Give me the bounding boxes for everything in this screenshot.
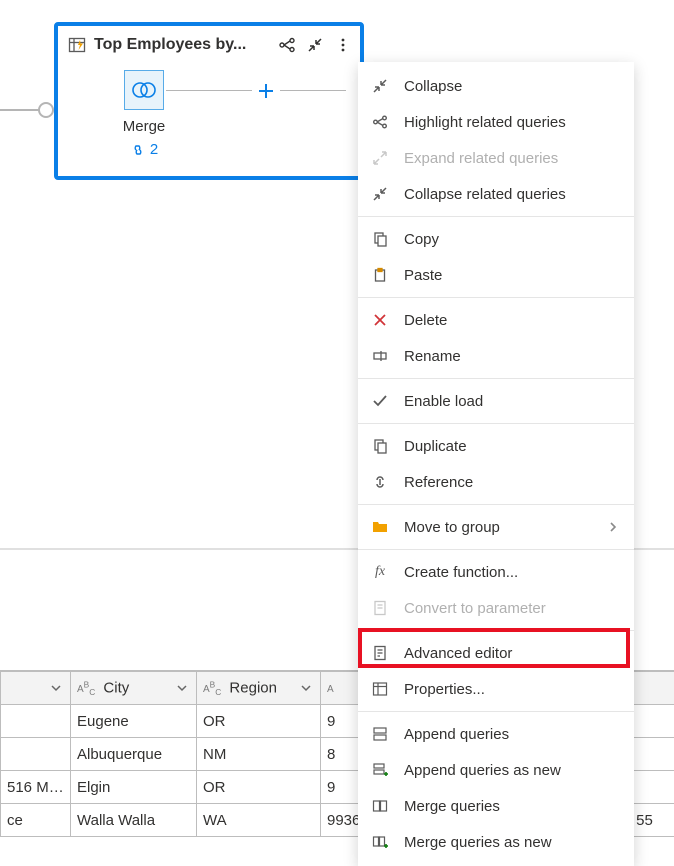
cell[interactable]: NM <box>197 738 321 771</box>
menu-enable-load[interactable]: Enable load <box>358 383 634 419</box>
cell[interactable]: OR <box>197 771 321 804</box>
fx-icon: fx <box>370 562 390 582</box>
menu-delete[interactable]: Delete <box>358 302 634 338</box>
menu-separator <box>358 378 634 379</box>
collapse-node-icon[interactable] <box>304 34 326 56</box>
type-text-icon: ABC <box>77 684 95 695</box>
append-icon <box>370 724 390 744</box>
col-header-address[interactable] <box>1 672 71 705</box>
table-lightning-icon <box>66 34 88 56</box>
merge-step[interactable]: Merge 2 <box>104 70 184 159</box>
duplicate-icon <box>370 436 390 456</box>
cell[interactable]: Albuquerque <box>71 738 197 771</box>
copy-icon <box>370 229 390 249</box>
type-text-icon: A <box>327 684 334 695</box>
menu-advanced-editor[interactable]: Advanced editor <box>358 635 634 671</box>
menu-create-function[interactable]: fx Create function... <box>358 554 634 590</box>
filter-dropdown-icon[interactable] <box>172 678 192 698</box>
paste-icon <box>370 265 390 285</box>
checkmark-icon <box>370 391 390 411</box>
related-queries-icon[interactable] <box>276 34 298 56</box>
node-body: Merge 2 <box>58 64 360 180</box>
collapse-icon <box>370 76 390 96</box>
menu-highlight-related[interactable]: Highlight related queries <box>358 104 634 140</box>
menu-properties[interactable]: Properties... <box>358 671 634 707</box>
append-new-icon <box>370 760 390 780</box>
menu-separator <box>358 549 634 550</box>
menu-copy[interactable]: Copy <box>358 221 634 257</box>
menu-append-queries-new[interactable]: Append queries as new <box>358 752 634 788</box>
input-port[interactable] <box>38 102 54 118</box>
link-count: 2 <box>150 141 158 158</box>
cell[interactable] <box>1 738 71 771</box>
highlight-related-icon <box>370 112 390 132</box>
menu-separator <box>358 297 634 298</box>
node-header: Top Employees by... <box>58 26 360 64</box>
properties-icon <box>370 679 390 699</box>
cell[interactable]: 516 M… <box>1 771 71 804</box>
col-header-city[interactable]: ABC City <box>71 672 197 705</box>
query-node-top-employees[interactable]: Top Employees by... Merge 2 <box>54 22 364 180</box>
menu-separator <box>358 216 634 217</box>
menu-expand-related: Expand related queries <box>358 140 634 176</box>
menu-merge-queries-new[interactable]: Merge queries as new <box>358 824 634 860</box>
link-icon <box>130 144 146 156</box>
reference-icon <box>370 472 390 492</box>
menu-duplicate[interactable]: Duplicate <box>358 428 634 464</box>
chevron-right-icon <box>608 521 618 533</box>
advanced-editor-icon <box>370 643 390 663</box>
cell[interactable]: ce <box>1 804 71 837</box>
parameter-icon <box>370 598 390 618</box>
merge-step-label: Merge <box>104 118 184 135</box>
menu-separator <box>358 504 634 505</box>
menu-collapse[interactable]: Collapse <box>358 68 634 104</box>
folder-icon <box>370 517 390 537</box>
merge-venn-icon <box>124 70 164 110</box>
more-options-icon[interactable] <box>332 34 354 56</box>
cell[interactable]: OR <box>197 705 321 738</box>
merge-queries-icon <box>370 796 390 816</box>
menu-paste[interactable]: Paste <box>358 257 634 293</box>
menu-convert-to-parameter: Convert to parameter <box>358 590 634 626</box>
expand-icon <box>370 148 390 168</box>
edge-line <box>0 109 40 111</box>
menu-move-to-group[interactable]: Move to group <box>358 509 634 545</box>
delete-icon <box>370 310 390 330</box>
menu-rename[interactable]: Rename <box>358 338 634 374</box>
type-text-icon: ABC <box>203 684 221 695</box>
cell[interactable] <box>1 705 71 738</box>
rename-icon <box>370 346 390 366</box>
filter-dropdown-icon[interactable] <box>46 678 66 698</box>
cell[interactable]: Walla Walla <box>71 804 197 837</box>
menu-append-queries[interactable]: Append queries <box>358 716 634 752</box>
menu-separator <box>358 630 634 631</box>
cell[interactable]: Elgin <box>71 771 197 804</box>
menu-merge-queries[interactable]: Merge queries <box>358 788 634 824</box>
col-header-region[interactable]: ABC Region <box>197 672 321 705</box>
menu-separator <box>358 423 634 424</box>
menu-separator <box>358 711 634 712</box>
collapse-related-icon <box>370 184 390 204</box>
node-title: Top Employees by... <box>94 36 270 54</box>
cell[interactable]: WA <box>197 804 321 837</box>
menu-collapse-related[interactable]: Collapse related queries <box>358 176 634 212</box>
add-step-button[interactable] <box>252 77 280 105</box>
menu-reference[interactable]: Reference <box>358 464 634 500</box>
merge-related-link[interactable]: 2 <box>130 141 158 158</box>
query-context-menu: Collapse Highlight related queries Expan… <box>358 62 634 866</box>
filter-dropdown-icon[interactable] <box>296 678 316 698</box>
merge-queries-new-icon <box>370 832 390 852</box>
cell[interactable]: Eugene <box>71 705 197 738</box>
